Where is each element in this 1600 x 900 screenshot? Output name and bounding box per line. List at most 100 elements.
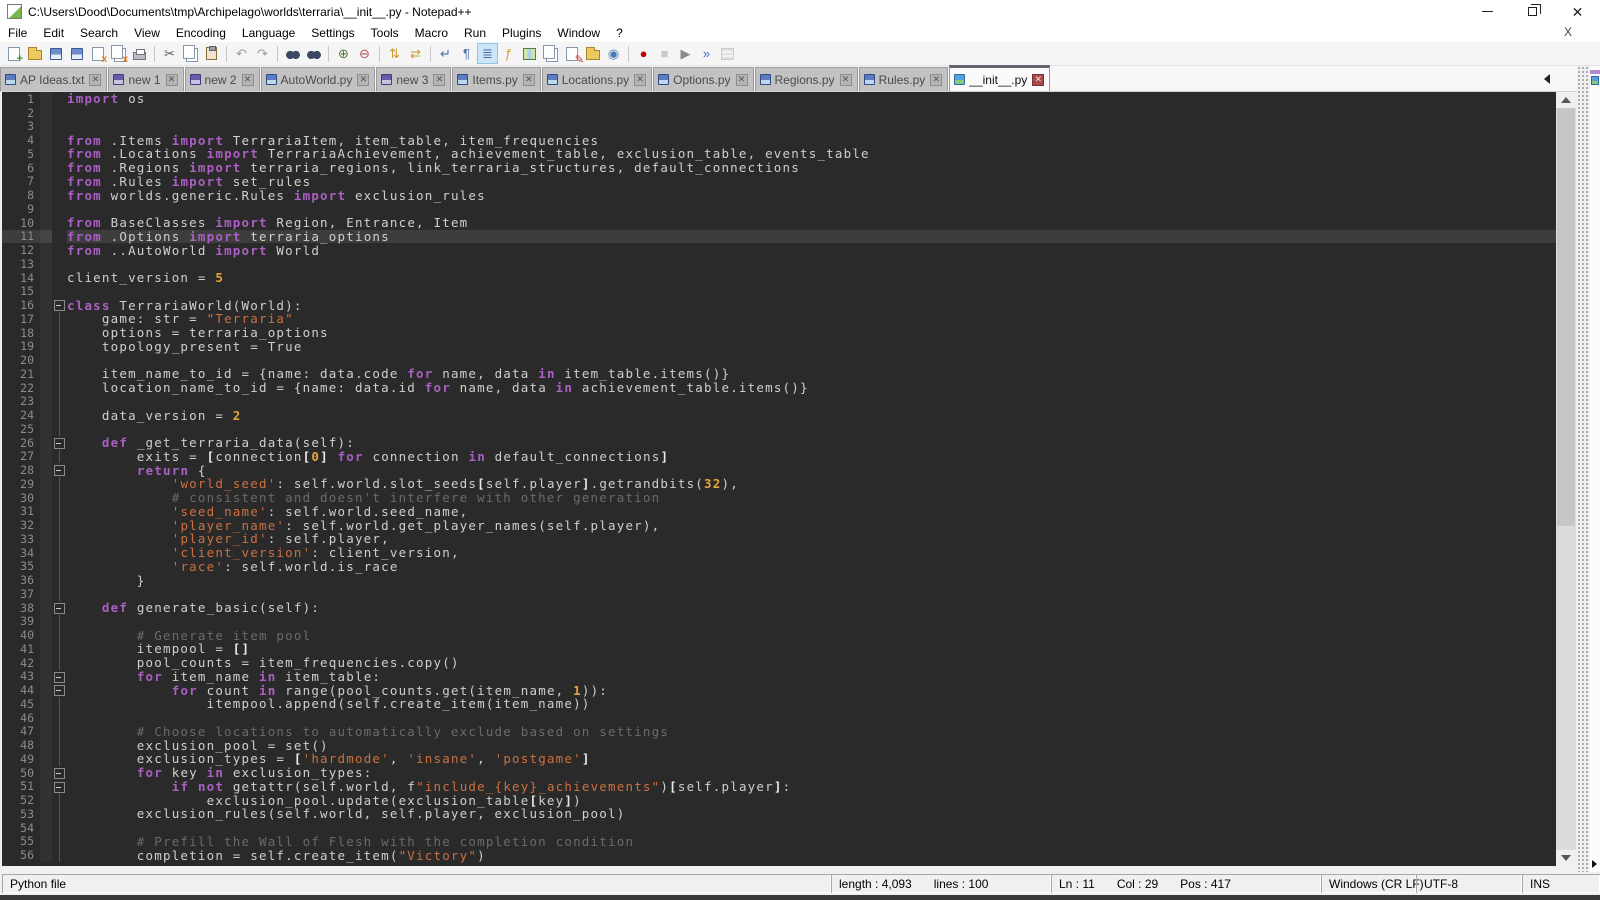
editor-line-34[interactable]: 34 'client_version': client_version, <box>2 546 1556 560</box>
folder-as-workspace-icon[interactable] <box>583 44 602 63</box>
zoom-in-icon[interactable]: ⊕ <box>334 44 353 63</box>
tab-close-icon[interactable]: ✕ <box>1032 74 1044 86</box>
editor-line-14[interactable]: 14client_version = 5 <box>2 271 1556 285</box>
editor-line-8[interactable]: 8from worlds.generic.Rules import exclus… <box>2 188 1556 202</box>
menu-item-encoding[interactable]: Encoding <box>168 23 234 42</box>
editor-line-27[interactable]: 27 exits = [connection[0] for connection… <box>2 450 1556 464</box>
fold-collapse-icon[interactable] <box>52 298 67 312</box>
editor-line-13[interactable]: 13 <box>2 257 1556 271</box>
copy-icon[interactable] <box>181 44 200 63</box>
editor-line-26[interactable]: 26 def _get_terraria_data(self): <box>2 436 1556 450</box>
tab-options-py[interactable]: Options.py✕ <box>653 67 753 91</box>
view-splitter[interactable] <box>1577 66 1590 872</box>
editor-line-41[interactable]: 41 itempool = [] <box>2 642 1556 656</box>
save-all-icon[interactable] <box>67 44 86 63</box>
tab-close-icon[interactable]: ✕ <box>242 74 254 86</box>
menu-close-x[interactable]: X <box>1564 25 1572 39</box>
bookmark-margin[interactable] <box>40 505 52 519</box>
editor-line-25[interactable]: 25 <box>2 422 1556 436</box>
function-list-icon[interactable]: ƒ <box>499 44 518 63</box>
bookmark-margin[interactable] <box>40 587 52 601</box>
editor-line-15[interactable]: 15 <box>2 285 1556 299</box>
document-map-icon[interactable] <box>520 44 539 63</box>
editor-line-2[interactable]: 2 <box>2 106 1556 120</box>
tab-locations-py[interactable]: Locations.py✕ <box>542 67 652 91</box>
editor-line-55[interactable]: 55 # Prefill the Wall of Flesh with the … <box>2 835 1556 849</box>
replace-icon[interactable] <box>304 44 323 63</box>
editor-line-32[interactable]: 32 'player_name': self.world.get_player_… <box>2 518 1556 532</box>
tab-new-2[interactable]: new 2✕ <box>185 67 260 91</box>
bookmark-margin[interactable] <box>40 711 52 725</box>
editor-line-28[interactable]: 28 return { <box>2 463 1556 477</box>
bookmark-margin[interactable] <box>40 601 52 615</box>
minimize-button[interactable] <box>1465 0 1510 23</box>
editor-line-51[interactable]: 51 if not getattr(self.world, f"include_… <box>2 780 1556 794</box>
bookmark-margin[interactable] <box>40 752 52 766</box>
vertical-scrollbar[interactable] <box>1556 92 1576 866</box>
tab-ap-ideas-txt[interactable]: AP Ideas.txt✕ <box>0 67 107 91</box>
tab--init-py[interactable]: __init__.py✕ <box>949 65 1050 91</box>
find-icon[interactable] <box>283 44 302 63</box>
bookmark-margin[interactable] <box>40 133 52 147</box>
zoom-out-icon[interactable]: ⊖ <box>355 44 374 63</box>
editor-line-6[interactable]: 6from .Regions import terraria_regions, … <box>2 161 1556 175</box>
bookmark-margin[interactable] <box>40 697 52 711</box>
bookmark-margin[interactable] <box>40 353 52 367</box>
bookmark-margin[interactable] <box>40 463 52 477</box>
status-eol-format[interactable]: Windows (CR LF) <box>1321 874 1416 893</box>
editor-line-9[interactable]: 9 <box>2 202 1556 216</box>
bookmark-margin[interactable] <box>40 560 52 574</box>
run-macro-multiple-icon[interactable]: » <box>697 44 716 63</box>
editor-line-50[interactable]: 50 for key in exclusion_types: <box>2 766 1556 780</box>
editor-line-18[interactable]: 18 options = terraria_options <box>2 326 1556 340</box>
bookmark-margin[interactable] <box>40 835 52 849</box>
bookmark-margin[interactable] <box>40 230 52 244</box>
tab-new-3[interactable]: new 3✕ <box>376 67 451 91</box>
bookmark-margin[interactable] <box>40 408 52 422</box>
editor-line-21[interactable]: 21 item_name_to_id = {name: data.code fo… <box>2 367 1556 381</box>
menu-item-language[interactable]: Language <box>234 23 303 42</box>
paste-icon[interactable] <box>202 44 221 63</box>
bookmark-margin[interactable] <box>40 628 52 642</box>
menu-item-window[interactable]: Window <box>549 23 608 42</box>
menu-item-[interactable]: ? <box>608 23 631 42</box>
editor-line-1[interactable]: 1import os <box>2 92 1556 106</box>
scroll-down-button[interactable] <box>1556 850 1576 866</box>
editor-line-33[interactable]: 33 'player_id': self.player, <box>2 532 1556 546</box>
editor-line-53[interactable]: 53 exclusion_rules(self.world, self.play… <box>2 807 1556 821</box>
word-wrap-icon[interactable]: ↵ <box>436 44 455 63</box>
editor-line-56[interactable]: 56 completion = self.create_item("Victor… <box>2 848 1556 862</box>
menu-item-settings[interactable]: Settings <box>303 23 362 42</box>
editor-line-11[interactable]: 11from .Options import terraria_options <box>2 230 1556 244</box>
tab-scroll-left-icon[interactable] <box>1544 74 1550 84</box>
fold-collapse-icon[interactable] <box>52 601 67 615</box>
editor-line-49[interactable]: 49 exclusion_types = ['hardmode', 'insan… <box>2 752 1556 766</box>
bookmark-margin[interactable] <box>40 546 52 560</box>
bookmark-margin[interactable] <box>40 216 52 230</box>
bookmark-margin[interactable] <box>40 683 52 697</box>
bookmark-margin[interactable] <box>40 202 52 216</box>
undo-icon[interactable]: ↶ <box>232 44 251 63</box>
bookmark-margin[interactable] <box>40 120 52 134</box>
define-language-icon[interactable] <box>562 44 581 63</box>
tab-autoworld-py[interactable]: AutoWorld.py✕ <box>261 67 376 91</box>
tab-close-icon[interactable]: ✕ <box>433 74 445 86</box>
menu-item-edit[interactable]: Edit <box>35 23 72 42</box>
bookmark-margin[interactable] <box>40 436 52 450</box>
show-all-characters-icon[interactable]: ¶ <box>457 44 476 63</box>
menu-item-tools[interactable]: Tools <box>363 23 407 42</box>
tab-close-icon[interactable]: ✕ <box>634 74 646 86</box>
status-typing-mode[interactable]: INS <box>1522 874 1600 893</box>
bookmark-margin[interactable] <box>40 780 52 794</box>
bookmark-margin[interactable] <box>40 807 52 821</box>
bookmark-margin[interactable] <box>40 738 52 752</box>
tab-close-icon[interactable]: ✕ <box>523 74 535 86</box>
editor-line-20[interactable]: 20 <box>2 353 1556 367</box>
bookmark-margin[interactable] <box>40 312 52 326</box>
close-icon[interactable] <box>88 44 107 63</box>
tab-close-icon[interactable]: ✕ <box>736 74 748 86</box>
editor-line-45[interactable]: 45 itempool.append(self.create_item(item… <box>2 697 1556 711</box>
editor-line-31[interactable]: 31 'seed_name': self.world.seed_name, <box>2 505 1556 519</box>
editor-line-29[interactable]: 29 'world_seed': self.world.slot_seeds[s… <box>2 477 1556 491</box>
editor-line-4[interactable]: 4from .Items import TerrariaItem, item_t… <box>2 133 1556 147</box>
